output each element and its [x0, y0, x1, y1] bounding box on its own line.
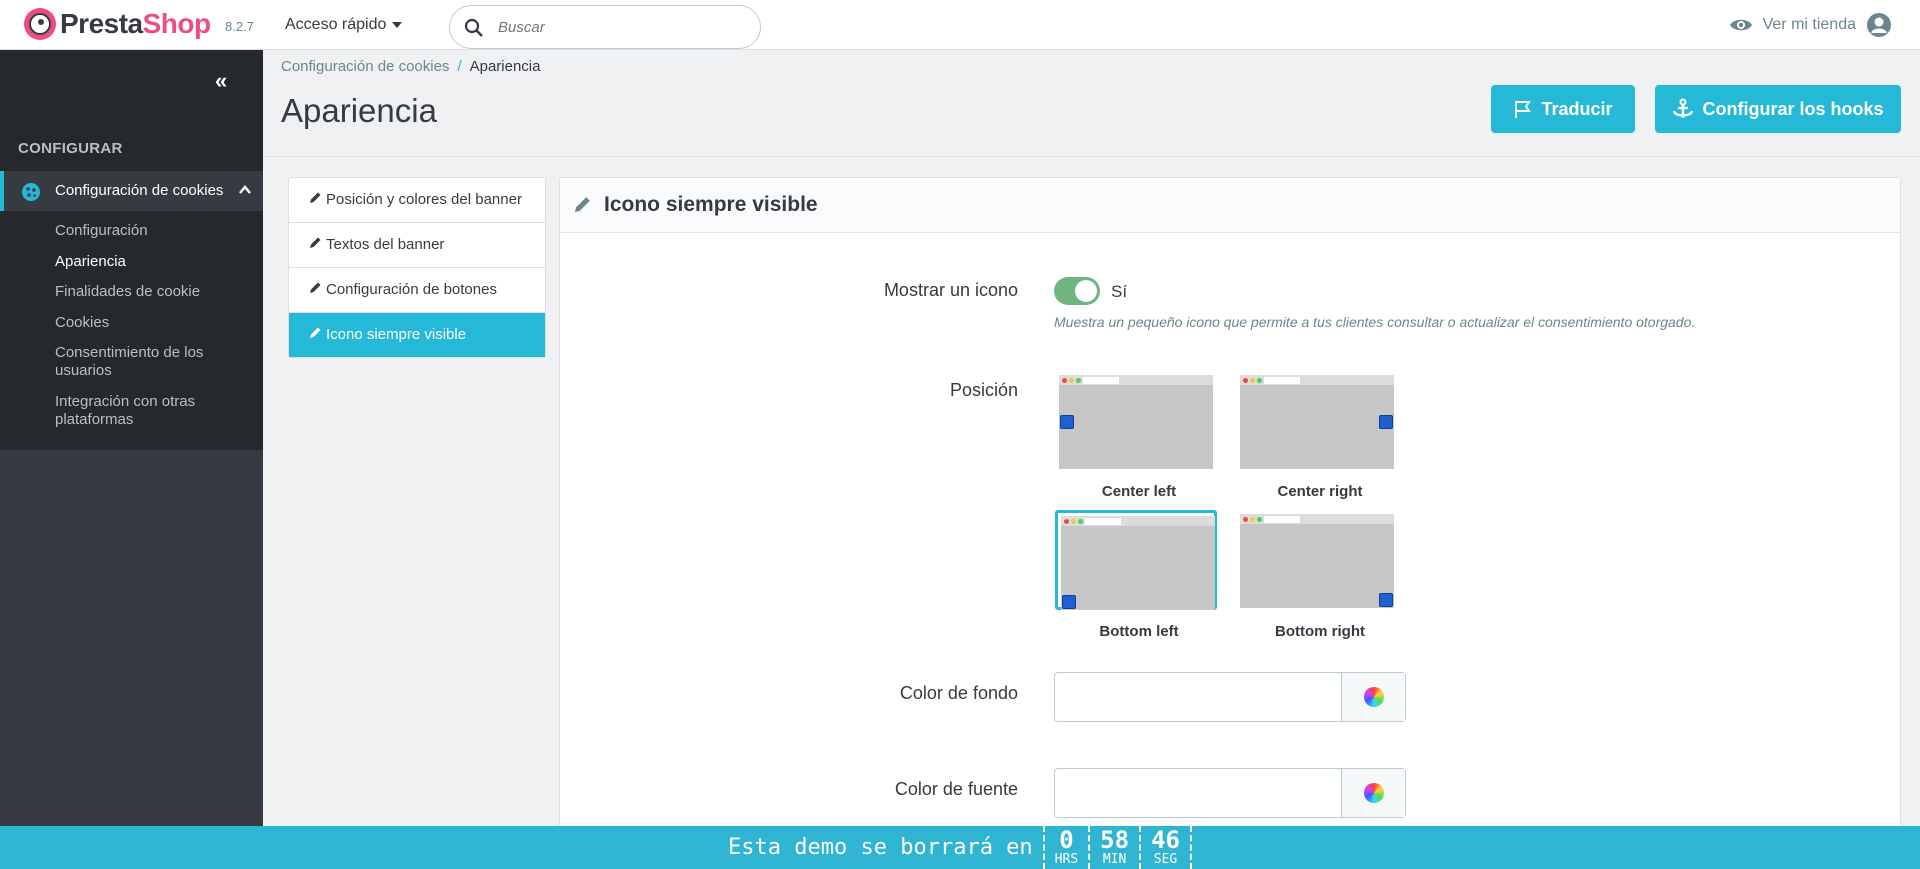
- tab-banner-texts[interactable]: Textos del banner: [289, 223, 545, 268]
- pencil-icon: [310, 327, 321, 338]
- view-shop-link[interactable]: Ver mi tienda: [1729, 12, 1892, 38]
- form-panel: Icono siempre visible: [559, 177, 1901, 837]
- cookie-icon: [1062, 595, 1076, 609]
- cookie-icon: [1379, 415, 1393, 429]
- position-option-bottom-left[interactable]: [1055, 510, 1217, 610]
- sidebar-subitem-cookies[interactable]: Cookies: [55, 314, 255, 332]
- translate-button[interactable]: Traducir: [1491, 85, 1635, 133]
- tab-label: Posición y colores del banner: [326, 191, 522, 208]
- show-icon-toggle[interactable]: [1054, 277, 1100, 305]
- bg-color-label: Color de fondo: [899, 683, 1018, 703]
- tab-position-colors[interactable]: Posición y colores del banner: [289, 178, 545, 223]
- collapse-sidebar-icon[interactable]: «: [215, 68, 227, 94]
- breadcrumb-parent[interactable]: Configuración de cookies: [281, 58, 449, 75]
- tab-label: Configuración de botones: [326, 281, 497, 298]
- logo-text-presta: Presta: [60, 8, 143, 39]
- sidebar-subitem-configuracion[interactable]: Configuración: [55, 222, 255, 240]
- appearance-tabs: Posición y colores del banner Textos del…: [288, 177, 546, 358]
- countdown-minutes: 58 MIN: [1088, 826, 1139, 869]
- position-label-center-left: Center left: [1101, 483, 1177, 500]
- cookie-icon: [1060, 415, 1074, 429]
- top-header: PrestaShop 8.2.7 Acceso rápido Ver mi ti…: [0, 0, 1920, 50]
- prestashop-logo[interactable]: PrestaShop: [24, 8, 211, 40]
- breadcrumb: Configuración de cookies / Apariencia: [281, 58, 541, 75]
- quick-access-dropdown[interactable]: Acceso rápido: [285, 16, 403, 34]
- font-color-label: Color de fuente: [894, 779, 1018, 799]
- pencil-icon: [310, 237, 321, 248]
- pencil-icon: [574, 197, 590, 213]
- search-input[interactable]: [498, 16, 748, 38]
- cookie-icon: [1379, 593, 1393, 607]
- countdown-seconds: 46 SEG: [1139, 826, 1192, 869]
- bg-color-field[interactable]: [1054, 672, 1406, 722]
- page-title: Apariencia: [281, 92, 437, 129]
- sidebar-subitem-apariencia[interactable]: Apariencia: [55, 253, 255, 271]
- color-picker-button[interactable]: [1341, 769, 1405, 817]
- configure-hooks-button[interactable]: Configurar los hooks: [1655, 85, 1901, 133]
- color-wheel-icon: [1363, 687, 1384, 707]
- countdown-hours: 0 HRS: [1042, 826, 1088, 869]
- sidebar-section-heading: CONFIGURAR: [18, 140, 123, 157]
- caret-down-icon: [392, 22, 403, 28]
- show-icon-help: Muestra un pequeño icono que permite a t…: [1054, 314, 1696, 330]
- sidebar-item-label: Configuración de cookies: [55, 182, 224, 199]
- panel-title: Icono siempre visible: [604, 193, 818, 216]
- position-option-center-left[interactable]: [1055, 371, 1217, 471]
- color-wheel-icon: [1363, 783, 1384, 803]
- flag-icon: [1515, 101, 1532, 118]
- sidebar: « CONFIGURAR Configuración de cookies Co…: [0, 50, 263, 826]
- user-avatar-icon[interactable]: [1866, 12, 1892, 38]
- anchor-icon: [1673, 98, 1694, 118]
- breadcrumb-current: Apariencia: [469, 58, 541, 75]
- breadcrumb-separator: /: [457, 58, 462, 75]
- view-shop-label: Ver mi tienda: [1762, 16, 1856, 33]
- translate-button-label: Traducir: [1541, 98, 1613, 119]
- puffin-logo-icon: [24, 8, 56, 40]
- tab-label: Textos del banner: [326, 236, 445, 253]
- search-icon: [464, 18, 483, 37]
- tab-button-config[interactable]: Configuración de botones: [289, 268, 545, 313]
- demo-countdown-banner: Esta demo se borrará en 0 HRS 58 MIN 46 SEG: [0, 826, 1920, 869]
- position-label-bottom-right: Bottom right: [1275, 623, 1365, 640]
- position-label-bottom-left: Bottom left: [1099, 623, 1179, 640]
- chevron-up-icon: [239, 185, 251, 194]
- font-color-field[interactable]: [1054, 768, 1406, 818]
- search-box[interactable]: [449, 5, 761, 49]
- position-option-center-right[interactable]: [1236, 371, 1398, 471]
- sidebar-menu: « CONFIGURAR Configuración de cookies Co…: [0, 50, 263, 450]
- position-label: Posición: [949, 380, 1018, 400]
- quick-access-label: Acceso rápido: [285, 16, 387, 33]
- cookie-icon: [22, 183, 40, 201]
- show-icon-value: Sí: [1111, 282, 1128, 301]
- demo-message: Esta demo se borrará en: [728, 835, 1033, 860]
- tab-label: Icono siempre visible: [326, 326, 467, 343]
- tab-always-visible-icon[interactable]: Icono siempre visible: [289, 313, 545, 357]
- sidebar-item-cookie-config[interactable]: Configuración de cookies: [0, 171, 263, 211]
- panel-header: Icono siempre visible: [560, 178, 1900, 233]
- show-icon-label: Mostrar un icono: [883, 280, 1018, 300]
- position-option-bottom-right[interactable]: [1236, 510, 1398, 610]
- version-label: 8.2.7: [225, 19, 254, 34]
- sidebar-subitem-consentimiento[interactable]: Consentimiento de los usuarios: [55, 344, 255, 380]
- configure-hooks-label: Configurar los hooks: [1702, 98, 1884, 119]
- pencil-icon: [310, 282, 321, 293]
- pencil-icon: [310, 192, 321, 203]
- logo-text-shop: Shop: [142, 8, 212, 39]
- sidebar-subitem-integracion[interactable]: Integración con otras plataformas: [55, 393, 255, 429]
- sidebar-subitem-finalidades[interactable]: Finalidades de cookie: [55, 283, 255, 301]
- position-label-center-right: Center right: [1277, 483, 1363, 500]
- color-picker-button[interactable]: [1341, 673, 1405, 721]
- eye-icon: [1729, 19, 1752, 31]
